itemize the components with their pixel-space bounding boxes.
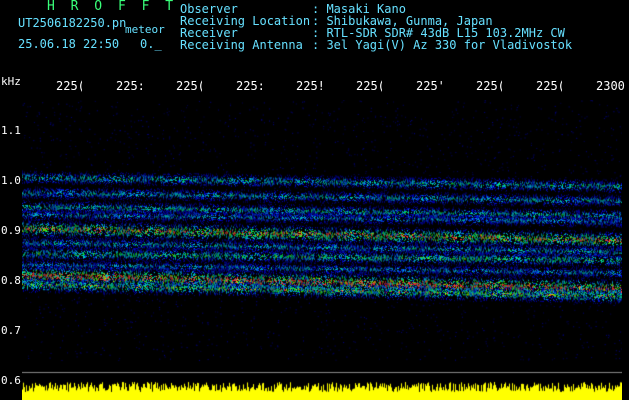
y-tick-label: 0.6 [1, 374, 21, 387]
x-tick-label: 225( [356, 79, 382, 93]
x-tick-label: 225( [56, 79, 82, 93]
x-tick-label: 225! [296, 79, 322, 93]
x-tick-label: 225: [116, 79, 142, 93]
info-label: Receiving Antenna [180, 38, 303, 52]
datetime-label: 25.06.18 22:50 [18, 37, 120, 51]
x-tick-label: 225' [416, 79, 442, 93]
y-tick-label: 1.1 [1, 124, 21, 137]
station-info: Observer: Masaki Kano Receiving Location… [180, 3, 572, 51]
spectrogram [22, 100, 622, 400]
counter-label: 0._ [140, 37, 162, 51]
y-tick-label: 1.0 [1, 174, 21, 187]
app-title: H R O F F T [47, 0, 178, 14]
info-value: : 3el Yagi(V) Az 330 for Vladivostok [312, 38, 573, 52]
y-tick-label: 0.7 [1, 324, 21, 337]
meteor-label: meteor [125, 23, 165, 36]
x-tick-label: 225( [476, 79, 502, 93]
x-tick-label: 225( [176, 79, 202, 93]
x-tick-label: 2300 [596, 79, 625, 93]
y-tick-label: 0.8 [1, 274, 21, 287]
info-row-antenna: Receiving Antenna : 3el Yagi(V) Az 330 fo… [180, 39, 572, 51]
filename-label: UT2506182250.pn [18, 16, 127, 30]
y-unit-label: kHz [1, 75, 21, 88]
x-tick-label: 225: [236, 79, 262, 93]
x-tick-label: 225( [536, 79, 562, 93]
y-tick-label: 0.9 [1, 224, 21, 237]
